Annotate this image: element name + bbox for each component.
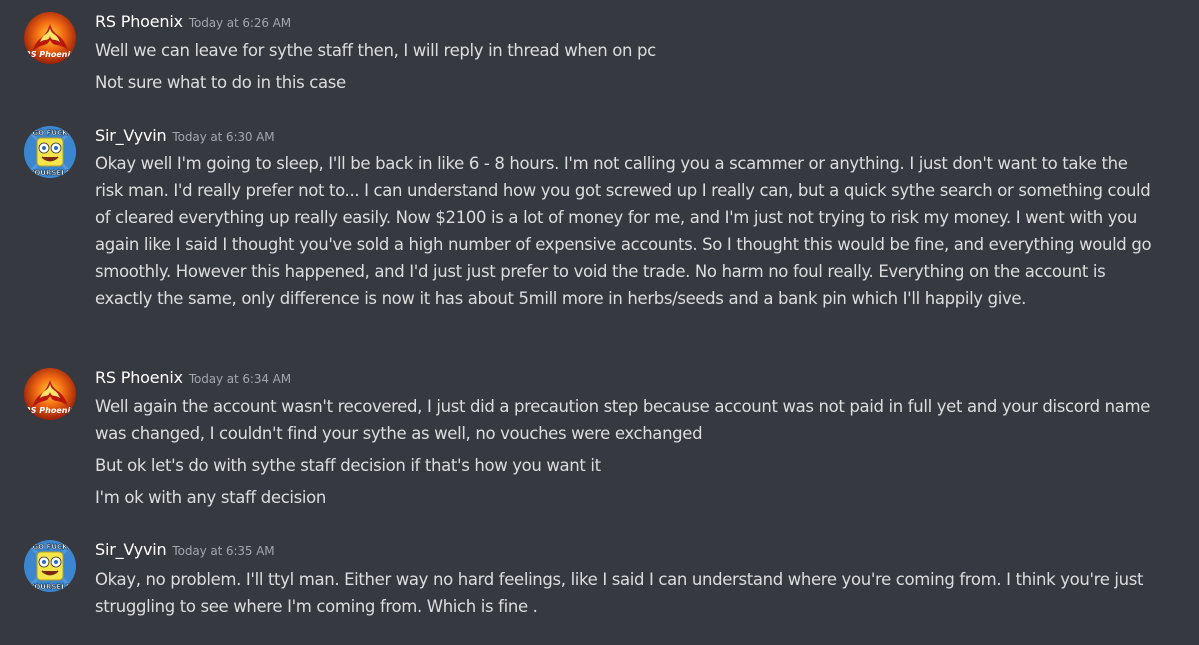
username[interactable]: RS Phoenix — [95, 368, 183, 387]
avatar-caption-bottom: YOURSELF — [29, 169, 71, 177]
avatar-caption-top: GO FUCK — [32, 543, 68, 551]
message-text: Okay well I'm going to sleep, I'll be ba… — [95, 154, 1152, 308]
phoenix-avatar-icon[interactable]: RS Phoenix — [24, 12, 76, 64]
avatar-caption-bottom: YOURSELF — [29, 583, 71, 591]
message-header: Sir_Vyvin Today at 6:35 AM — [95, 540, 275, 564]
timestamp[interactable]: Today at 6:26 AM — [189, 16, 291, 30]
username[interactable]: Sir_Vyvin — [95, 126, 167, 145]
message-header: RS Phoenix Today at 6:34 AM — [95, 368, 291, 392]
message-text: Well we can leave for sythe staff then, … — [95, 41, 656, 60]
spongebob-avatar-icon[interactable]: GO FUCK YOURSELF — [24, 540, 76, 592]
message-header: Sir_Vyvin Today at 6:30 AM — [95, 126, 275, 150]
phoenix-logo-text: RS Phoenix — [25, 50, 76, 59]
phoenix-avatar-icon[interactable]: RS Phoenix — [24, 368, 76, 420]
message-text: I'm ok with any staff decision — [95, 488, 326, 507]
message-text: Well again the account wasn't recovered,… — [95, 397, 1151, 443]
timestamp[interactable]: Today at 6:35 AM — [172, 544, 274, 558]
message-header: RS Phoenix Today at 6:26 AM — [95, 12, 291, 36]
message-text: Not sure what to do in this case — [95, 73, 346, 92]
avatar-caption-top: GO FUCK — [32, 129, 68, 137]
spongebob-avatar-icon[interactable]: GO FUCK YOURSELF — [24, 126, 76, 178]
message-text: Okay, no problem. I'll ttyl man. Either … — [95, 570, 1144, 616]
timestamp[interactable]: Today at 6:34 AM — [189, 372, 291, 386]
username[interactable]: RS Phoenix — [95, 12, 183, 31]
chat-message-list: RS Phoenix RS Phoenix Today at 6:26 AM We… — [0, 0, 1199, 645]
timestamp[interactable]: Today at 6:30 AM — [172, 130, 274, 144]
message-text: But ok let's do with sythe staff decisio… — [95, 456, 601, 475]
phoenix-logo-text: RS Phoenix — [25, 406, 76, 415]
username[interactable]: Sir_Vyvin — [95, 540, 167, 559]
